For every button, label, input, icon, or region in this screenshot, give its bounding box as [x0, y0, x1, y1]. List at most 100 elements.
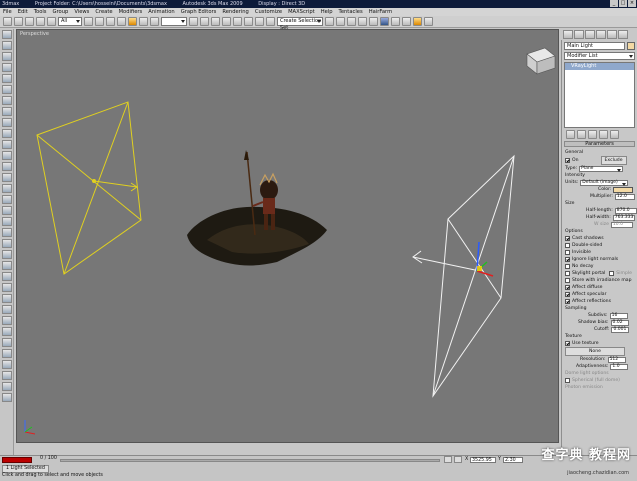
menu-item-help[interactable]: Help [321, 9, 333, 15]
keyboard-shortcut-icon[interactable] [211, 17, 220, 26]
option-checkbox[interactable] [565, 250, 570, 255]
vray-frame-buffer-icon[interactable] [424, 17, 433, 26]
menu-item-file[interactable]: File [3, 9, 12, 15]
absolute-mode-icon[interactable] [454, 456, 462, 463]
make-unique-icon[interactable] [588, 130, 597, 139]
reference-coordinate-dropdown[interactable] [161, 17, 187, 26]
object-name-field[interactable]: Main Light [564, 42, 625, 50]
light-color-swatch[interactable] [613, 186, 634, 193]
timeline-slider[interactable]: 0 / 100 [40, 456, 57, 462]
lock-selection-icon[interactable] [444, 456, 452, 463]
reactor-icon[interactable] [2, 294, 12, 303]
display-tab-icon[interactable] [607, 30, 617, 39]
menu-item-animation[interactable]: Animation [148, 9, 174, 15]
timeline-track[interactable] [60, 459, 440, 462]
option-checkbox[interactable] [565, 278, 570, 283]
percent-snap-icon[interactable] [244, 17, 253, 26]
named-selection-set-dropdown[interactable]: Create Selection Set [277, 17, 323, 31]
menu-item-customize[interactable]: Customize [255, 9, 282, 15]
adaptiveness-field[interactable]: 1.0 [610, 363, 629, 370]
morph-icon[interactable] [2, 349, 12, 358]
schematic-view-icon[interactable] [369, 17, 378, 26]
menu-item-tools[interactable]: Tools [34, 9, 47, 15]
nurbs-icon[interactable] [2, 217, 12, 226]
render-setup-icon[interactable] [391, 17, 400, 26]
exclude-button[interactable]: Exclude [600, 156, 627, 165]
option-checkbox[interactable] [565, 243, 570, 248]
show-end-result-icon[interactable] [577, 130, 586, 139]
windows-icon[interactable] [2, 239, 12, 248]
option-checkbox[interactable] [565, 271, 570, 276]
texture-map-button[interactable]: None [565, 347, 625, 356]
menu-item-graph-editors[interactable]: Graph Editors [181, 9, 217, 15]
parameters-rollout-header[interactable]: Parameters [564, 141, 635, 147]
helper-icon[interactable] [2, 107, 12, 116]
stack-item-vraylight[interactable]: VRayLight [565, 63, 634, 70]
patch-icon[interactable] [2, 206, 12, 215]
scatter-icon[interactable] [2, 371, 12, 380]
option-checkbox[interactable] [565, 292, 570, 297]
align-icon[interactable] [336, 17, 345, 26]
loft-icon[interactable] [2, 382, 12, 391]
motion-tab-icon[interactable] [596, 30, 606, 39]
boolean-icon[interactable] [2, 393, 12, 402]
configure-sets-icon[interactable] [610, 130, 619, 139]
unlink-icon[interactable] [36, 17, 45, 26]
minimize-button[interactable]: _ [610, 0, 618, 7]
particles-icon[interactable] [2, 162, 12, 171]
skin-icon[interactable] [2, 338, 12, 347]
option-checkbox[interactable] [565, 257, 570, 262]
wall-icon[interactable] [2, 283, 12, 292]
resolution-field[interactable]: 512 [607, 356, 626, 363]
modifier-stack[interactable]: VRayLight [564, 62, 635, 128]
select-by-name-icon[interactable] [95, 17, 104, 26]
hierarchy-tab-icon[interactable] [585, 30, 595, 39]
shapes-icon[interactable] [2, 184, 12, 193]
subdivs-field[interactable]: 16 [609, 312, 628, 319]
option-checkbox[interactable] [565, 299, 570, 304]
material-editor-icon[interactable] [380, 17, 389, 26]
gizmo-plane-handle[interactable] [477, 266, 482, 271]
paint-icon[interactable] [2, 360, 12, 369]
select-object-icon[interactable] [84, 17, 93, 26]
rendered-frame-window-icon[interactable] [402, 17, 411, 26]
shadow-bias-field[interactable]: 0.02 [610, 319, 629, 326]
y-coordinate-field[interactable]: 2.30 [503, 457, 523, 463]
vray-sun-icon[interactable] [2, 41, 12, 50]
redo-icon[interactable] [14, 17, 23, 26]
units-dropdown[interactable]: Default (image) [580, 179, 629, 186]
close-button[interactable]: × [628, 0, 636, 7]
half-length-field[interactable]: 870.0 [614, 207, 637, 214]
link-icon[interactable] [25, 17, 34, 26]
camera-icon[interactable] [2, 96, 12, 105]
render-production-icon[interactable] [413, 17, 422, 26]
maxscript-listener-button[interactable] [2, 457, 32, 463]
menu-item-views[interactable]: Views [74, 9, 89, 15]
x-coordinate-field[interactable]: 3525.95 [470, 457, 496, 463]
selection-region-icon[interactable] [106, 17, 115, 26]
angle-snap-icon[interactable] [233, 17, 242, 26]
compound-icon[interactable] [2, 195, 12, 204]
main-plane-light-selected[interactable] [412, 154, 515, 398]
select-manipulate-icon[interactable] [200, 17, 209, 26]
menu-item-edit[interactable]: Edit [18, 9, 28, 15]
bones-icon[interactable] [2, 316, 12, 325]
railing-icon[interactable] [2, 272, 12, 281]
modifier-list-dropdown[interactable]: Modifier List [564, 52, 635, 60]
vray-sphere-icon[interactable] [2, 74, 12, 83]
maximize-button[interactable]: □ [619, 0, 627, 7]
space-warp-icon[interactable] [2, 118, 12, 127]
create-tab-icon[interactable] [563, 30, 573, 39]
menu-item-tentacles[interactable]: Tentacles [339, 9, 363, 15]
window-crossing-icon[interactable] [117, 17, 126, 26]
vray-plane-icon[interactable] [2, 63, 12, 72]
utilities-tab-icon[interactable] [618, 30, 628, 39]
object-color-swatch[interactable] [627, 42, 635, 50]
spinner-snap-icon[interactable] [255, 17, 264, 26]
foliage-icon[interactable] [2, 261, 12, 270]
edit-named-selection-icon[interactable] [266, 17, 275, 26]
use-texture-checkbox[interactable] [565, 341, 570, 346]
on-checkbox[interactable] [565, 158, 570, 163]
curve-editor-icon[interactable] [358, 17, 367, 26]
character-model[interactable] [187, 150, 327, 266]
